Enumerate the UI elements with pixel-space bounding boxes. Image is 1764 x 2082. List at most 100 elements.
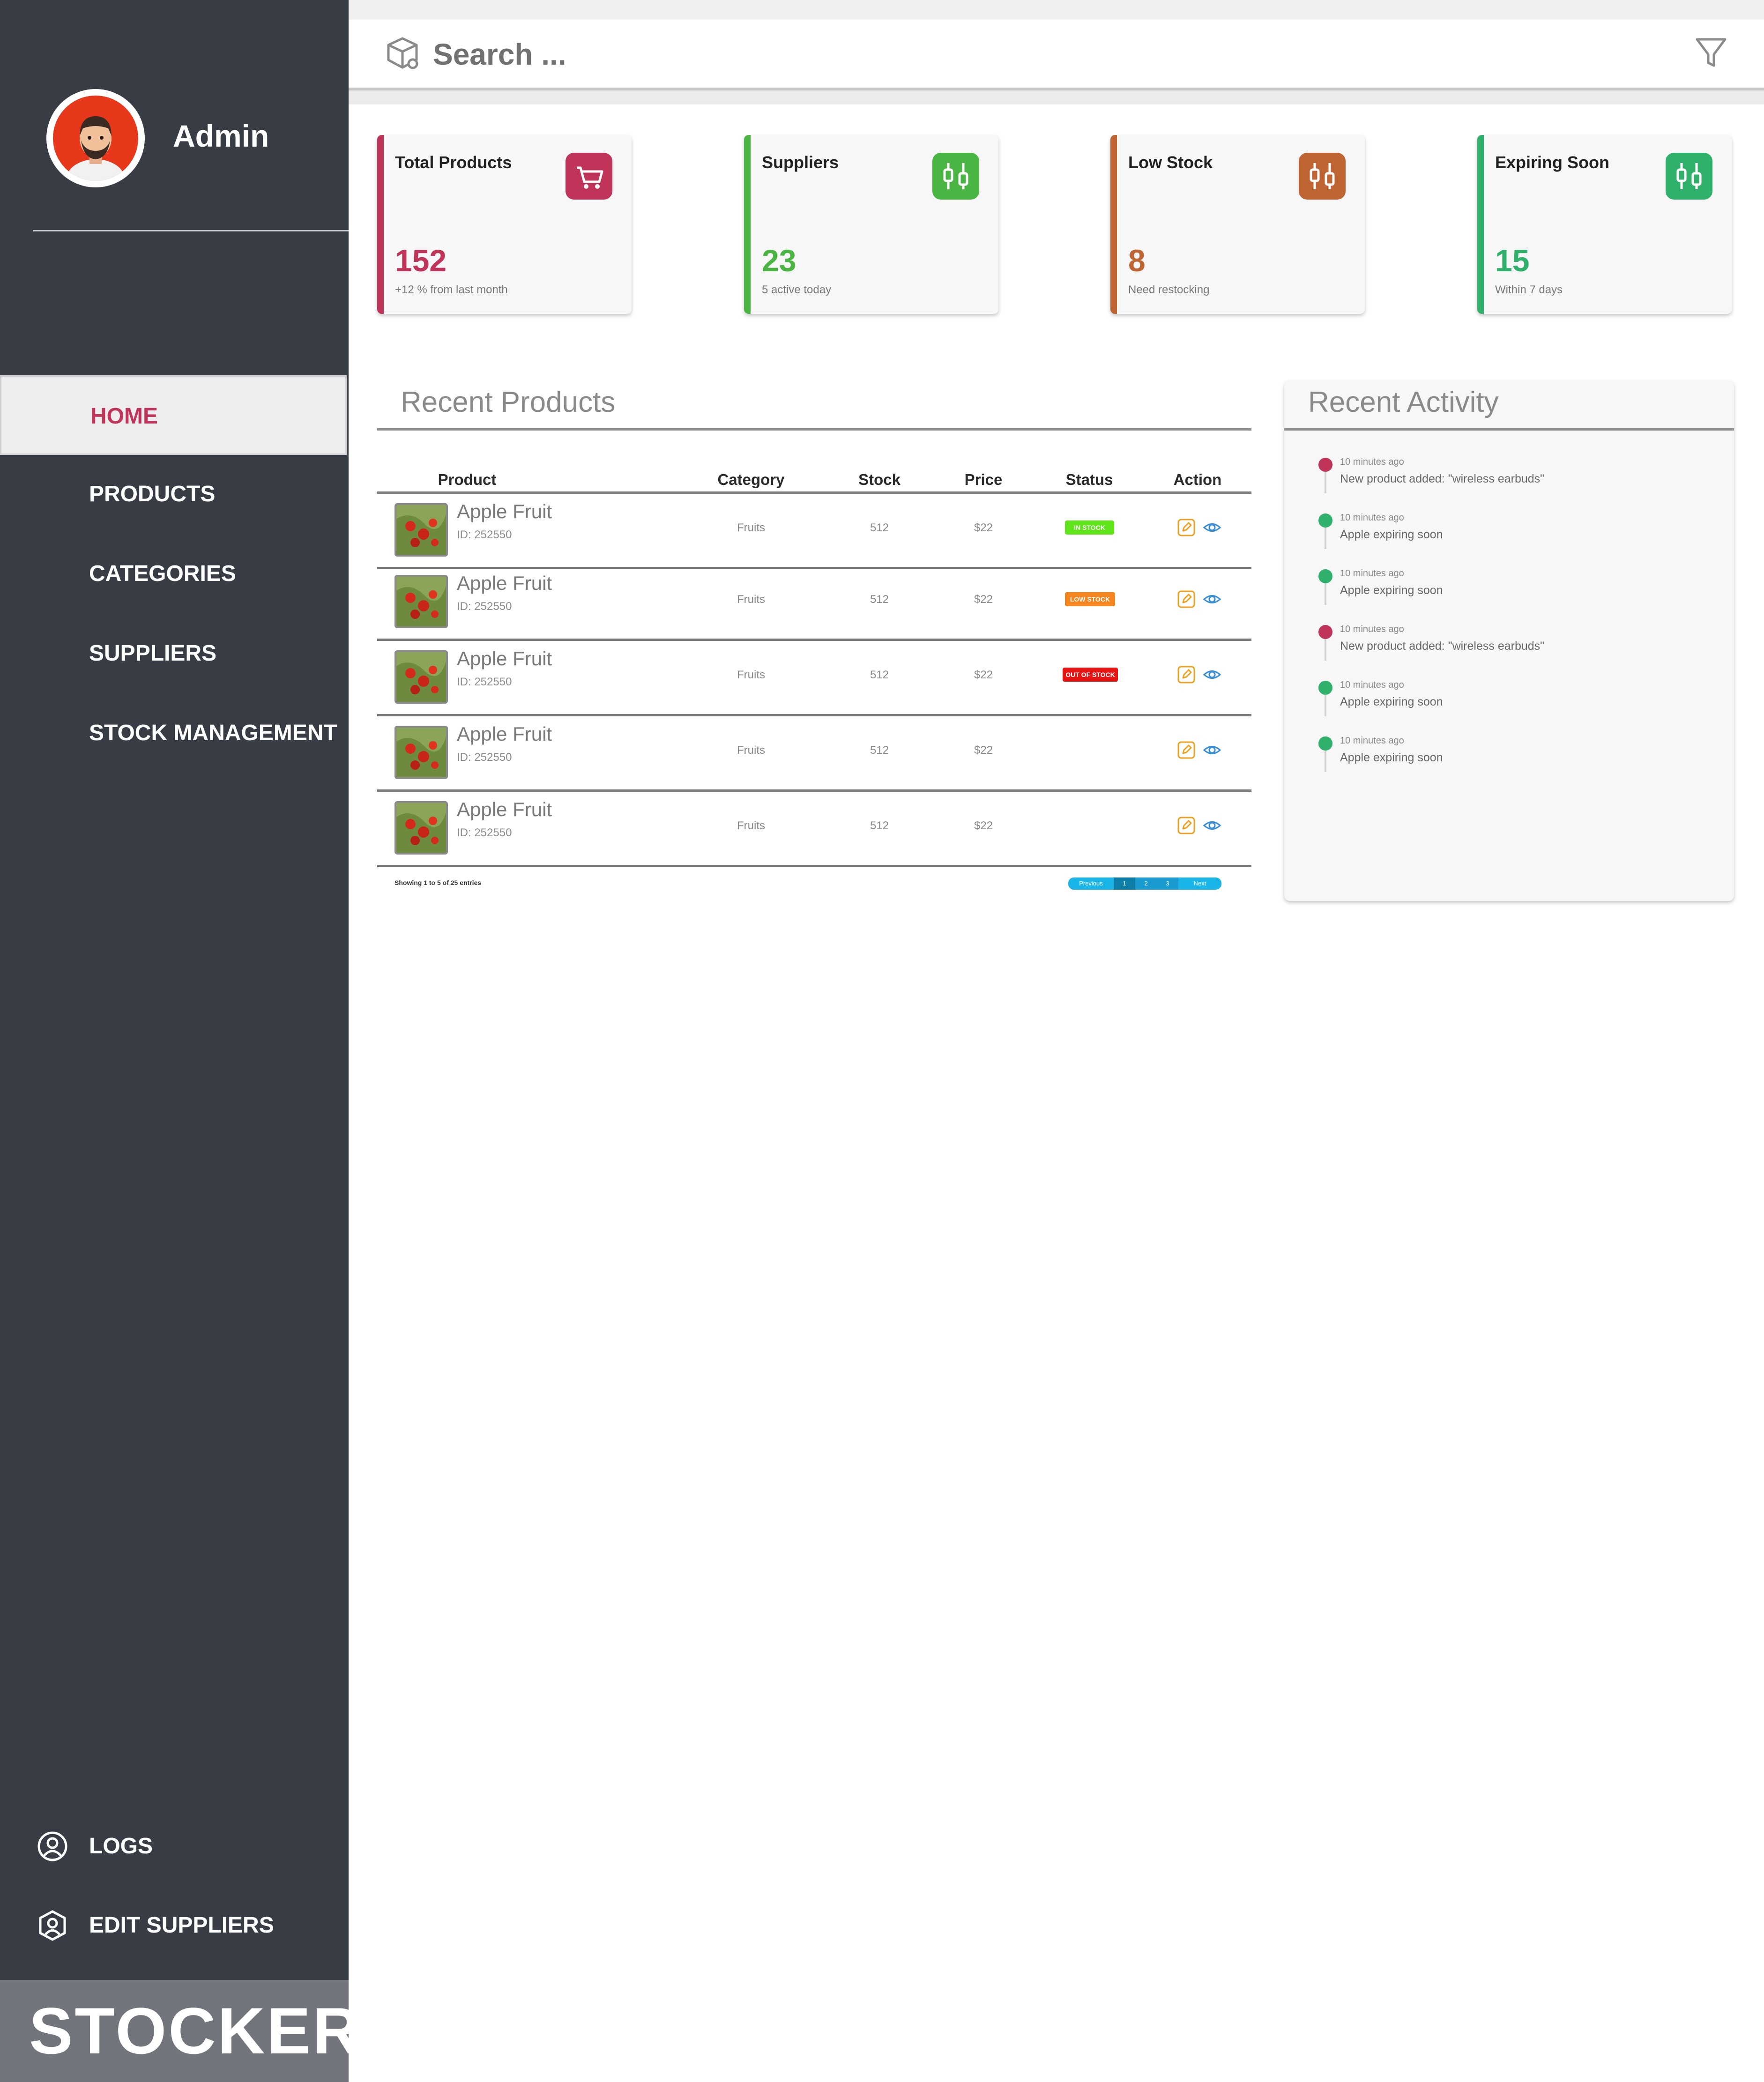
sidebar-item-logs[interactable]: LOGS (0, 1821, 347, 1872)
product-stock: 512 (870, 744, 889, 757)
table-row[interactable]: Apple Fruit ID: 252550 Fruits 512 $22 LOW STO… (377, 565, 1251, 641)
timeline-dot (1318, 513, 1332, 528)
card-accent-bar (744, 135, 751, 314)
activity-item[interactable]: 10 minutes ago Apple expiring soon (1312, 680, 1724, 731)
activity-item[interactable]: 10 minutes ago New product added: "wirele… (1312, 624, 1724, 676)
card-title: Low Stock (1128, 153, 1213, 172)
card-accent-bar (377, 135, 384, 314)
timeline-dot (1318, 458, 1332, 472)
column-header-stock: Stock (858, 471, 901, 488)
activity-item[interactable]: 10 minutes ago Apple expiring soon (1312, 736, 1724, 787)
activity-time: 10 minutes ago (1340, 736, 1404, 746)
activity-item[interactable]: 10 minutes ago Apple expiring soon (1312, 513, 1724, 564)
product-name[interactable]: Apple Fruit (457, 647, 552, 670)
product-thumbnail (394, 575, 448, 628)
edit-icon[interactable] (1177, 590, 1196, 609)
card-value: 152 (395, 243, 447, 278)
timeline-stem (1325, 527, 1326, 549)
funnel-icon[interactable] (1692, 34, 1730, 71)
eye-icon[interactable] (1203, 816, 1221, 835)
pagination-page-1[interactable]: 1 (1114, 877, 1135, 890)
product-thumbnail (394, 801, 448, 855)
user-circle-icon (37, 1831, 67, 1861)
product-price: $22 (974, 593, 993, 606)
product-category: Fruits (737, 669, 765, 681)
card-subtext: +12 % from last month (395, 283, 508, 296)
table-row[interactable]: Apple Fruit ID: 252550 Fruits 512 $22 (377, 792, 1251, 867)
edit-icon[interactable] (1177, 816, 1196, 835)
card-title: Expiring Soon (1495, 153, 1610, 172)
product-category: Fruits (737, 593, 765, 606)
activity-item[interactable]: 10 minutes ago New product added: "wirele… (1312, 457, 1724, 508)
activity-message: New product added: "wireless earbuds" (1340, 472, 1545, 485)
sidebar-item-categories[interactable]: CATEGORIES (0, 534, 347, 614)
cart-icon (566, 153, 612, 200)
search-input[interactable] (433, 36, 1276, 73)
activity-time: 10 minutes ago (1340, 624, 1404, 634)
product-name[interactable]: Apple Fruit (457, 500, 552, 523)
edit-icon[interactable] (1177, 741, 1196, 759)
timeline-stem (1325, 582, 1326, 605)
eye-icon[interactable] (1203, 518, 1221, 537)
sliders-icon (932, 153, 979, 200)
column-header-price: Price (964, 471, 1003, 488)
product-name[interactable]: Apple Fruit (457, 572, 552, 595)
stat-card-total-products: Total Products 152 +12 % from last month (377, 135, 632, 314)
table-row[interactable]: Apple Fruit ID: 252550 Fruits 512 $22 OUT OF … (377, 641, 1251, 716)
product-price: $22 (974, 819, 993, 832)
product-name[interactable]: Apple Fruit (457, 798, 552, 821)
table-row[interactable]: Apple Fruit ID: 252550 Fruits 512 $22 (377, 716, 1251, 792)
stat-card-low-stock: Low Stock 8 Need restocking (1110, 135, 1365, 314)
product-id: ID: 252550 (457, 751, 512, 764)
activity-time: 10 minutes ago (1340, 457, 1404, 467)
activity-message: Apple expiring soon (1340, 751, 1443, 764)
activity-time: 10 minutes ago (1340, 513, 1404, 523)
product-price: $22 (974, 521, 993, 534)
product-category: Fruits (737, 744, 765, 757)
timeline-stem (1325, 750, 1326, 772)
section-divider (1284, 428, 1734, 431)
product-price: $22 (974, 669, 993, 681)
box-search-icon (387, 37, 418, 69)
status-badge: OUT OF STOCK (1063, 668, 1118, 682)
sidebar-item-stock-management[interactable]: STOCK MANAGEMENT (0, 693, 347, 773)
sidebar-item-products[interactable]: PRODUCTS (0, 454, 347, 534)
edit-icon[interactable] (1177, 665, 1196, 684)
edit-icon[interactable] (1177, 518, 1196, 537)
status-badge: LOW STOCK (1065, 592, 1115, 606)
timeline-stem (1325, 638, 1326, 661)
product-category: Fruits (737, 819, 765, 832)
avatar[interactable] (46, 89, 145, 187)
product-name[interactable]: Apple Fruit (457, 723, 552, 745)
eye-icon[interactable] (1203, 741, 1221, 759)
timeline-dot (1318, 569, 1332, 583)
product-id: ID: 252550 (457, 676, 512, 688)
sidebar-item-suppliers[interactable]: SUPPLIERS (0, 614, 347, 693)
column-header-status: Status (1065, 471, 1113, 488)
stat-card-expiring-soon: Expiring Soon 15 Within 7 days (1477, 135, 1732, 314)
activity-item[interactable]: 10 minutes ago Apple expiring soon (1312, 568, 1724, 620)
pagination-page-2[interactable]: 2 (1135, 877, 1157, 890)
product-stock: 512 (870, 819, 889, 832)
table-row[interactable]: Apple Fruit ID: 252550 Fruits 512 $22 IN STOC… (377, 494, 1251, 569)
eye-icon[interactable] (1203, 590, 1221, 609)
activity-message: Apple expiring soon (1340, 695, 1443, 708)
eye-icon[interactable] (1203, 665, 1221, 684)
column-header-product: Product (438, 471, 497, 488)
row-divider (377, 865, 1251, 867)
sidebar-item-home[interactable]: HOME (0, 375, 347, 455)
stat-card-suppliers: Suppliers 23 5 active today (744, 135, 998, 314)
card-accent-bar (1110, 135, 1117, 314)
top-strip (349, 0, 1764, 20)
sidebar-item-edit-suppliers[interactable]: EDIT SUPPLIERS (0, 1900, 347, 1951)
sliders-icon (1666, 153, 1712, 200)
user-shield-icon (39, 1910, 66, 1941)
card-title: Total Products (395, 153, 512, 172)
product-price: $22 (974, 744, 993, 757)
timeline-stem (1325, 471, 1326, 493)
pagination-page-3[interactable]: 3 (1157, 877, 1178, 890)
pagination-next-button[interactable]: Next (1178, 877, 1221, 890)
product-category: Fruits (737, 521, 765, 534)
pagination-previous-button[interactable]: Previous (1068, 877, 1114, 890)
recent-products-title: Recent Products (401, 386, 616, 418)
